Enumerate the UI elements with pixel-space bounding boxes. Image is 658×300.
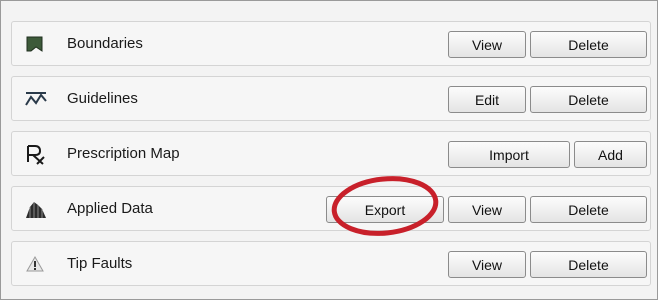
row-label-guidelines: Guidelines <box>67 90 138 107</box>
boundary-icon <box>25 34 45 54</box>
data-manager-panel: Boundaries View Delete Guidelines Edit D… <box>0 0 658 300</box>
row-label-boundaries: Boundaries <box>67 35 143 52</box>
prescription-import-button[interactable]: Import <box>448 141 570 168</box>
row-guidelines: Guidelines Edit Delete <box>11 76 651 121</box>
guidelines-edit-button[interactable]: Edit <box>448 86 526 113</box>
row-boundaries: Boundaries View Delete <box>11 21 651 66</box>
row-label-applied-data: Applied Data <box>67 200 153 217</box>
row-prescription-map: Prescription Map Import Add <box>11 131 651 176</box>
warning-icon <box>25 254 45 274</box>
applied-data-delete-button[interactable]: Delete <box>530 196 647 223</box>
row-label-tip-faults: Tip Faults <box>67 255 133 272</box>
prescription-icon <box>25 144 45 165</box>
tip-faults-delete-button[interactable]: Delete <box>530 251 647 278</box>
guidelines-delete-button[interactable]: Delete <box>530 86 647 113</box>
guidelines-icon <box>25 89 47 109</box>
tip-faults-view-button[interactable]: View <box>448 251 526 278</box>
prescription-add-button[interactable]: Add <box>574 141 647 168</box>
annotation-circle <box>331 176 439 236</box>
boundaries-delete-button[interactable]: Delete <box>530 31 647 58</box>
applied-data-view-button[interactable]: View <box>448 196 526 223</box>
applied-data-icon <box>25 199 46 219</box>
boundaries-view-button[interactable]: View <box>448 31 526 58</box>
row-label-prescription-map: Prescription Map <box>67 145 180 162</box>
row-tip-faults: Tip Faults View Delete <box>11 241 651 286</box>
